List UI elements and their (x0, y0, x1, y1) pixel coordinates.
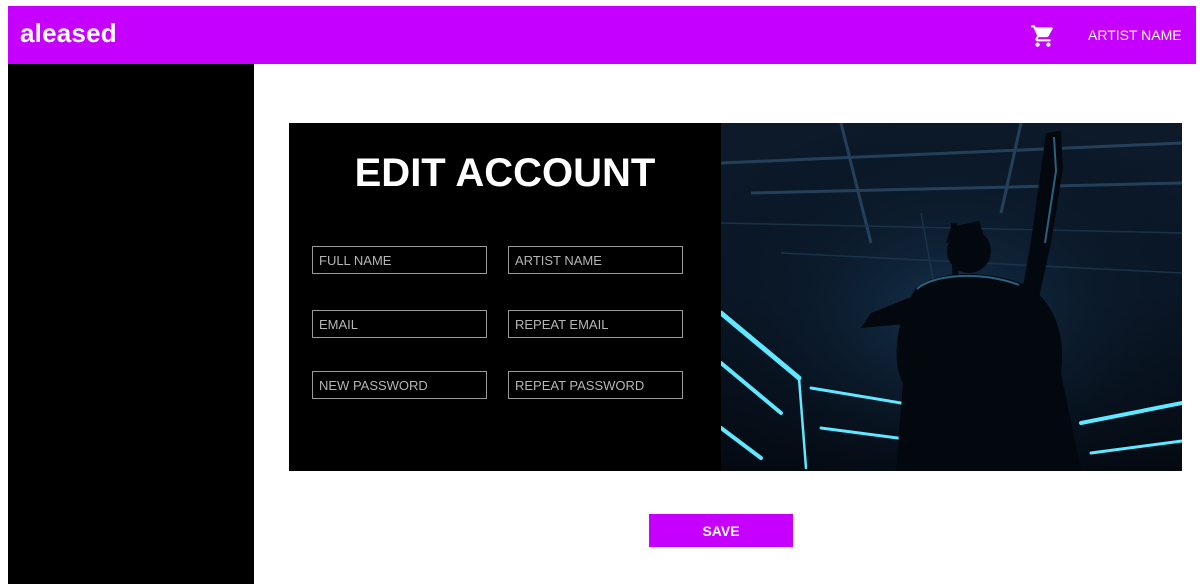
repeat-password-field[interactable] (508, 371, 683, 399)
top-bar: aleased ARTIST NAME (8, 6, 1196, 64)
artist-name-field[interactable] (508, 246, 683, 274)
account-form: EDIT ACCOUNT (289, 123, 721, 471)
email-field[interactable] (312, 310, 487, 338)
shopping-cart-icon[interactable] (1030, 23, 1056, 49)
save-button[interactable]: SAVE (649, 514, 793, 547)
edit-account-panel: EDIT ACCOUNT (289, 123, 1182, 471)
sidebar (8, 64, 254, 584)
page-title: EDIT ACCOUNT (354, 151, 656, 195)
artist-name-link[interactable]: ARTIST NAME (1088, 27, 1182, 43)
brand-logo[interactable]: aleased (20, 18, 117, 49)
new-password-field[interactable] (312, 371, 487, 399)
concert-photo (721, 123, 1182, 471)
full-name-field[interactable] (312, 246, 487, 274)
page-frame: aleased ARTIST NAME EDIT ACCOUNT FULL NA… (8, 6, 1196, 584)
repeat-email-field[interactable] (508, 310, 683, 338)
